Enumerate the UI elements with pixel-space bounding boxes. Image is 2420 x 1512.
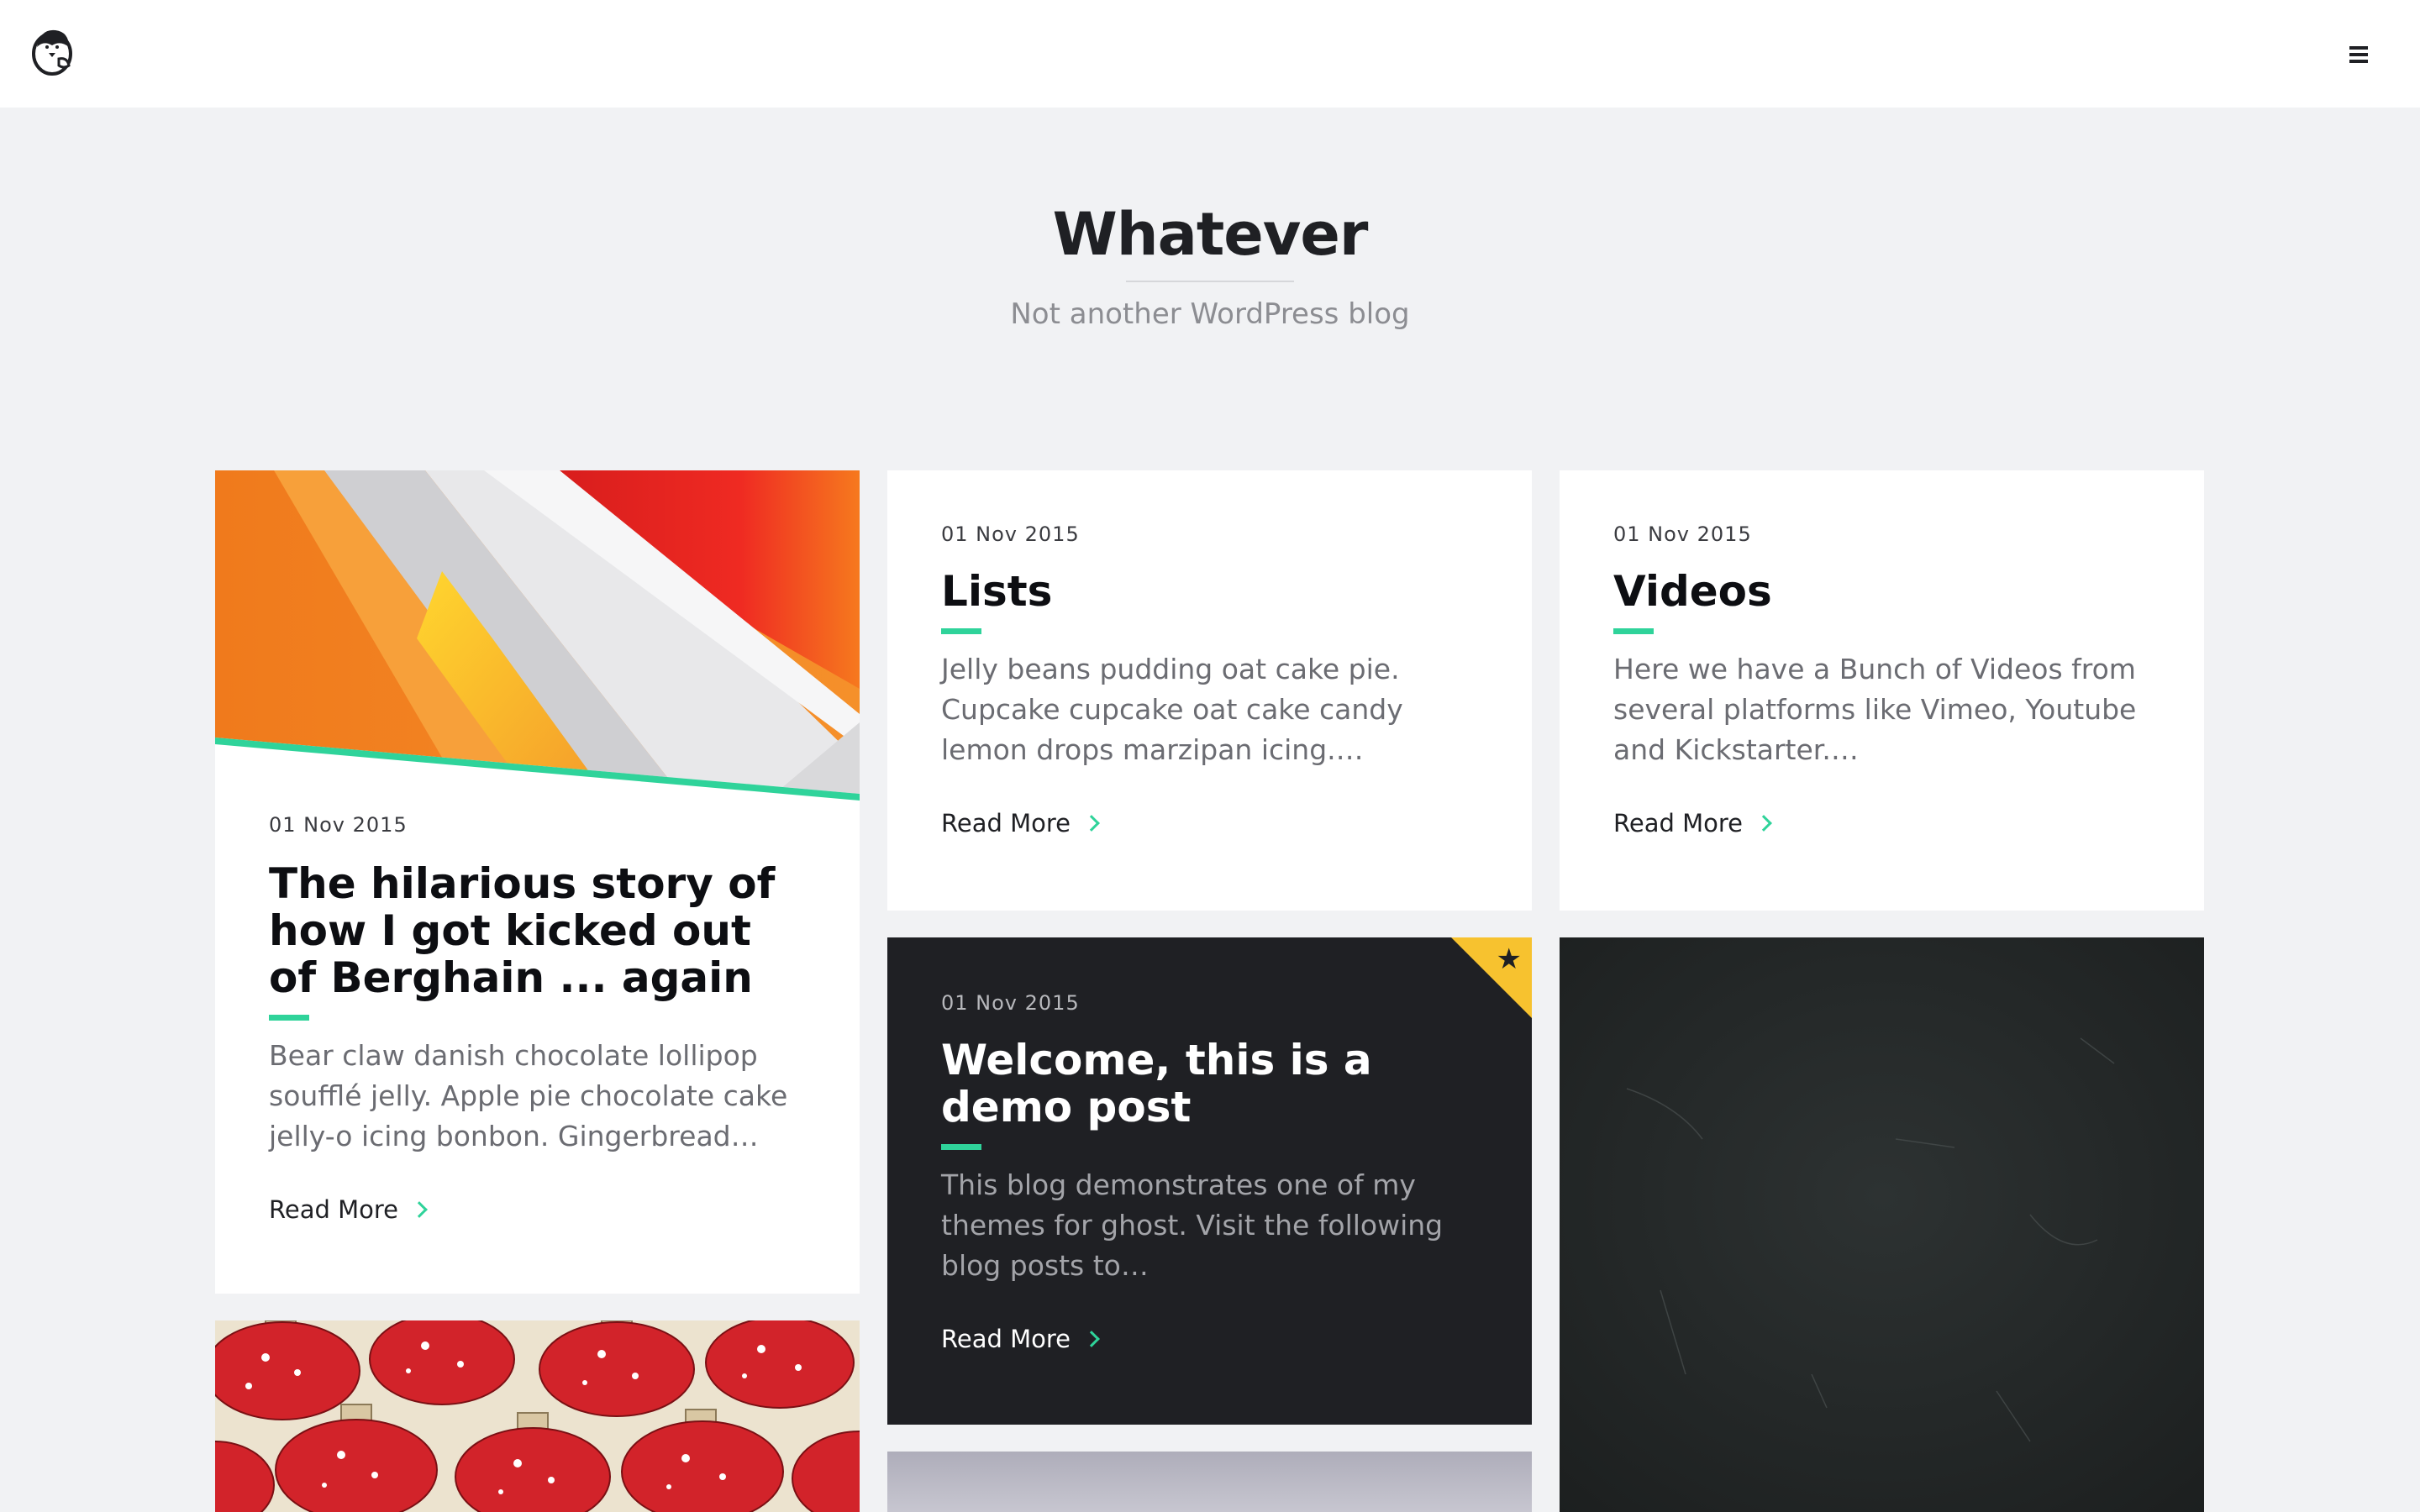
title-divider (1126, 281, 1294, 282)
post-excerpt: Jelly beans pudding oat cake pie. Cupcak… (941, 653, 1403, 766)
hamburger-menu-icon[interactable] (2349, 42, 2375, 67)
star-icon: ★ (1496, 942, 1522, 976)
post-cover-image[interactable] (1560, 937, 2204, 1512)
title-accent-bar (941, 628, 981, 634)
site-description: Not another WordPress blog (1010, 297, 1410, 331)
post-title[interactable]: Videos (1613, 568, 2150, 615)
site-title: Whatever (1052, 200, 1369, 269)
read-more-label: Read More (941, 1325, 1071, 1353)
post-card[interactable]: 01 Nov 2015 The hilarious story of how I… (215, 470, 860, 1294)
post-excerpt: This blog demonstrates one of my themes … (941, 1168, 1444, 1282)
read-more-link[interactable]: Read More (269, 1195, 428, 1224)
chevron-right-icon (1083, 815, 1100, 832)
post-card[interactable]: 01 Nov 2015 Videos Here we have a Bunch … (1560, 470, 2204, 911)
chevron-right-icon (1083, 1331, 1100, 1347)
post-cover-image[interactable] (215, 470, 860, 801)
post-date: 01 Nov 2015 (941, 522, 1080, 546)
post-date: 01 Nov 2015 (269, 813, 408, 837)
title-accent-bar (941, 1144, 981, 1150)
title-accent-bar (1613, 628, 1654, 634)
penguin-logo-icon[interactable] (30, 25, 77, 76)
chevron-right-icon (411, 1201, 428, 1218)
read-more-link[interactable]: Read More (1613, 809, 1772, 837)
read-more-label: Read More (269, 1195, 398, 1224)
featured-post-card[interactable]: ★ 01 Nov 2015 Welcome, this is a demo po… (887, 937, 1532, 1425)
post-title[interactable]: Lists (941, 568, 1478, 615)
post-title[interactable]: Welcome, this is a demo post (941, 1037, 1478, 1131)
chevron-right-icon (1755, 815, 1772, 832)
post-title[interactable]: The hilarious story of how I got kicked … (269, 860, 806, 1001)
top-bar (0, 0, 2420, 108)
post-card[interactable]: 01 Nov 2015 Lists Jelly beans pudding oa… (887, 470, 1532, 911)
read-more-label: Read More (1613, 809, 1743, 837)
read-more-link[interactable]: Read More (941, 809, 1100, 837)
post-excerpt: Here we have a Bunch of Videos from seve… (1613, 653, 2137, 766)
post-cover-image[interactable] (215, 1320, 860, 1512)
read-more-link[interactable]: Read More (941, 1325, 1100, 1353)
post-date: 01 Nov 2015 (1613, 522, 1752, 546)
read-more-label: Read More (941, 809, 1071, 837)
post-excerpt: Bear claw danish chocolate lollipop souf… (269, 1039, 788, 1152)
post-cover-image[interactable] (887, 1452, 1532, 1512)
title-accent-bar (269, 1015, 309, 1021)
post-date: 01 Nov 2015 (941, 991, 1080, 1015)
